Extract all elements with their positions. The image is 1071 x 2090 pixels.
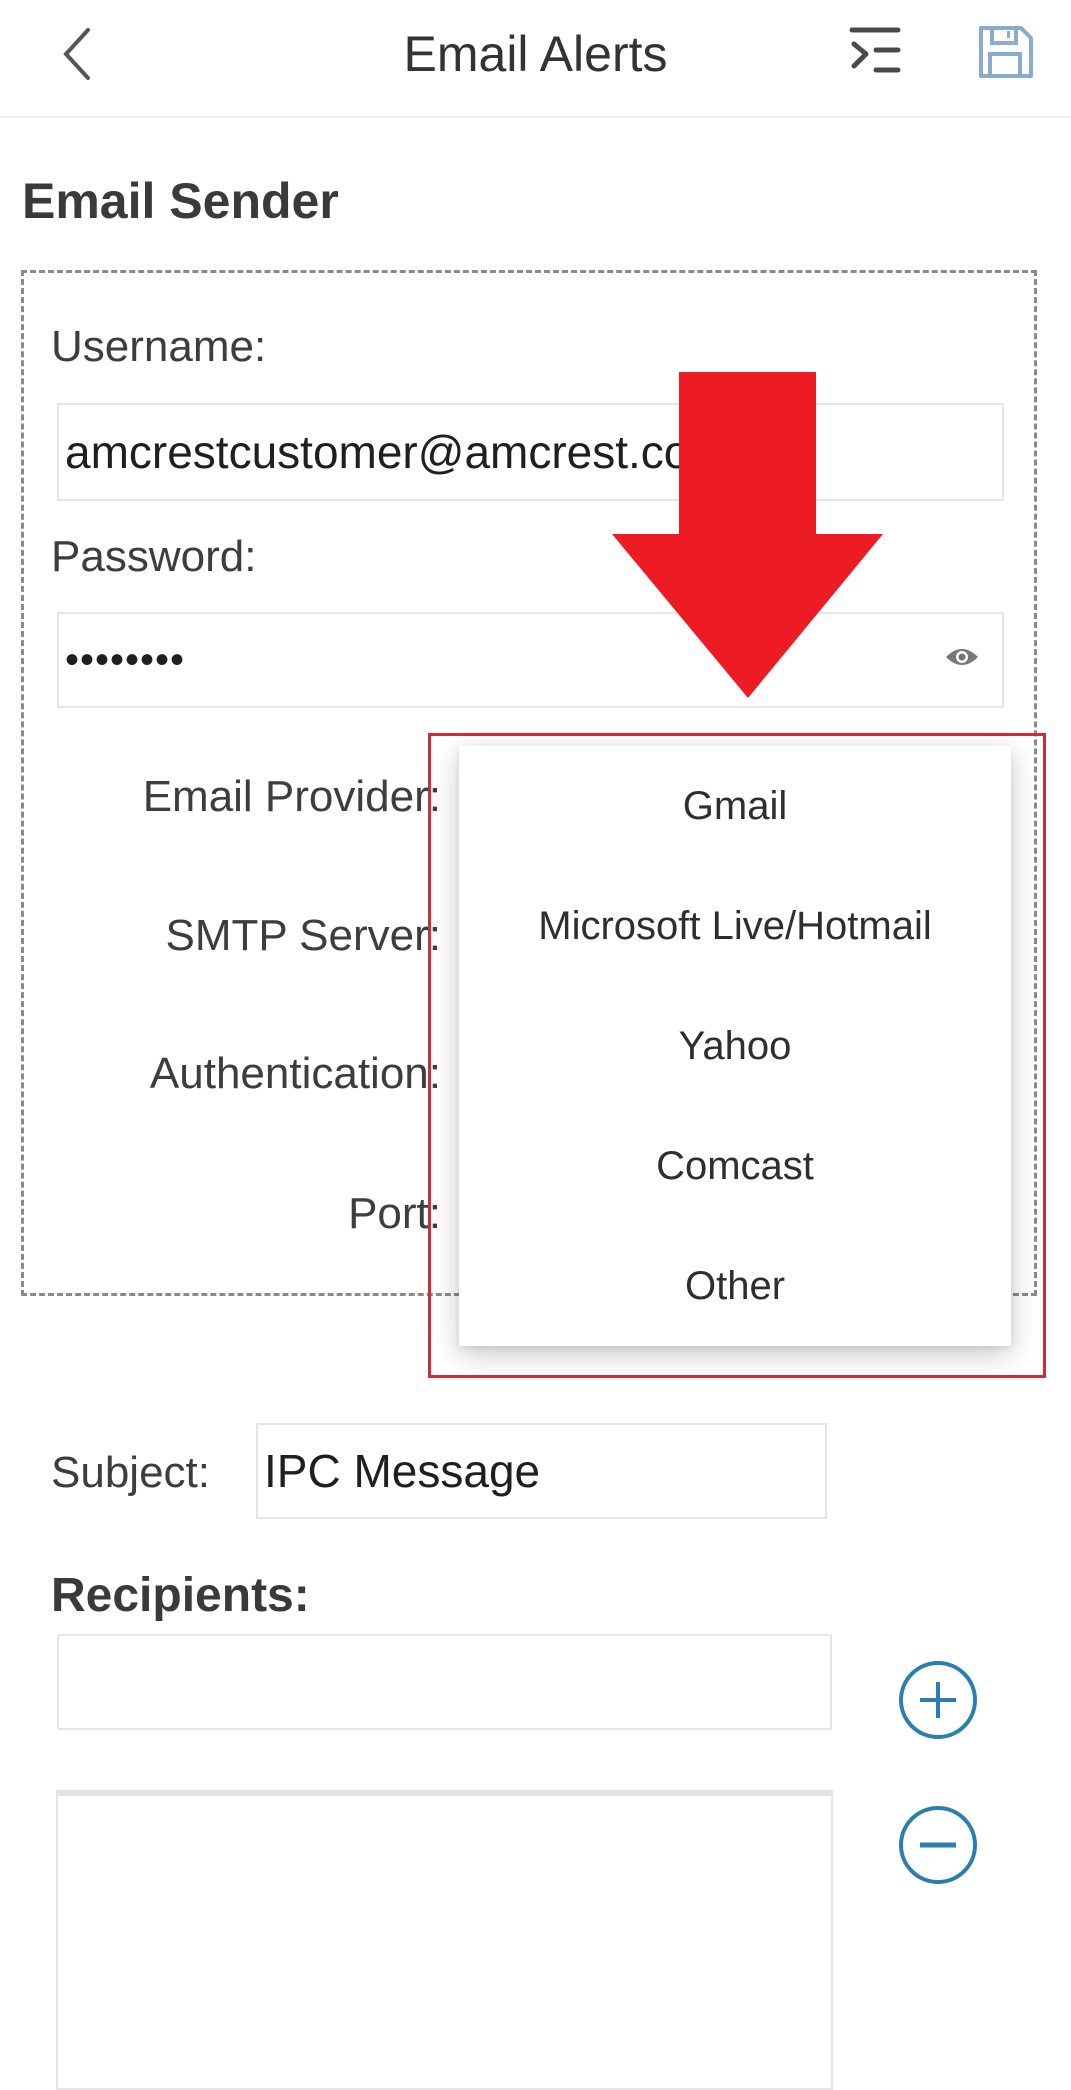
dropdown-option-comcast[interactable]: Comcast — [459, 1106, 1011, 1226]
dropdown-option-gmail[interactable]: Gmail — [459, 746, 1011, 866]
add-recipient-button[interactable] — [898, 1660, 978, 1740]
chevron-left-icon — [63, 28, 90, 80]
email-provider-label: Email Provider: — [142, 772, 441, 821]
username-input[interactable] — [57, 403, 1004, 501]
email-sender-heading: Email Sender — [22, 173, 339, 229]
floppy-disk-icon — [979, 26, 1033, 78]
recipients-list[interactable] — [56, 1790, 833, 2090]
smtp-server-label: SMTP Server: — [165, 911, 441, 960]
show-password-button[interactable] — [944, 644, 980, 670]
menu-collapse-icon — [849, 27, 901, 73]
dropdown-option-yahoo[interactable]: Yahoo — [459, 986, 1011, 1106]
dropdown-option-other[interactable]: Other — [459, 1226, 1011, 1346]
username-label: Username: — [51, 322, 267, 371]
minus-circle-icon — [899, 1806, 977, 1884]
subject-label: Subject: — [51, 1448, 210, 1497]
password-label: Password: — [51, 532, 257, 581]
top-app-bar: Email Alerts — [0, 0, 1071, 118]
authentication-label: Authentication: — [149, 1049, 441, 1098]
dropdown-option-microsoft-live-hotmail[interactable]: Microsoft Live/Hotmail — [459, 866, 1011, 986]
recipient-email-input[interactable] — [57, 1634, 832, 1730]
port-label: Port: — [348, 1189, 441, 1238]
eye-icon — [946, 649, 978, 665]
recipients-heading: Recipients: — [51, 1569, 310, 1622]
save-button[interactable] — [975, 22, 1035, 82]
remove-recipient-button[interactable] — [898, 1805, 978, 1885]
back-button[interactable] — [56, 22, 106, 86]
page-title: Email Alerts — [403, 26, 668, 82]
email-provider-dropdown: Gmail Microsoft Live/Hotmail Yahoo Comca… — [459, 746, 1011, 1346]
subject-input[interactable] — [256, 1423, 827, 1519]
password-input[interactable]: •••••••• — [57, 612, 1004, 708]
plus-circle-icon — [899, 1661, 977, 1739]
menu-button[interactable] — [846, 22, 906, 82]
